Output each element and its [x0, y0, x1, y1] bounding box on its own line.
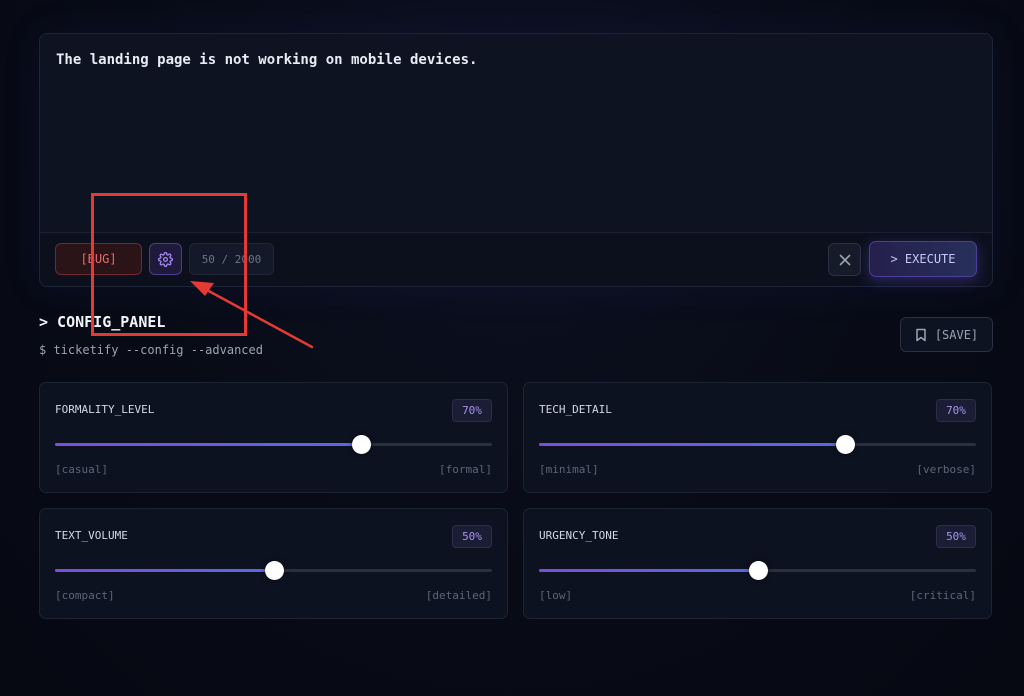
slider-min-label: [low]	[539, 589, 573, 602]
slider-max-label: [detailed]	[425, 589, 492, 602]
slider-fill	[55, 569, 274, 572]
slider-fill	[539, 569, 758, 572]
ticket-editor[interactable]: The landing page is not working on mobil…	[39, 33, 993, 287]
config-command: $ ticketify --config --advanced	[39, 343, 263, 357]
slider-card-tech-detail: TECH_DETAIL 70% [minimal] [verbose]	[523, 382, 992, 493]
slider-max-label: [critical]	[909, 589, 976, 602]
slider-fill	[55, 443, 361, 446]
slider-track[interactable]	[55, 435, 492, 454]
slider-max-label: [verbose]	[916, 463, 976, 476]
slider-thumb[interactable]	[835, 435, 855, 454]
slider-card-urgency: URGENCY_TONE 50% [low] [critical]	[523, 508, 992, 619]
save-label: [SAVE]	[934, 327, 979, 342]
slider-card-text-volume: TEXT_VOLUME 50% [compact] [detailed]	[39, 508, 508, 619]
clear-button[interactable]	[828, 243, 861, 276]
close-icon	[839, 254, 850, 265]
slider-fill	[539, 443, 845, 446]
gear-icon	[158, 251, 173, 267]
slider-value-badge: 70%	[936, 399, 976, 422]
slider-card-formality: FORMALITY_LEVEL 70% [casual] [formal]	[39, 382, 508, 493]
execute-button[interactable]: > EXECUTE	[869, 241, 977, 277]
character-counter: 50 / 2000	[189, 243, 274, 275]
save-button[interactable]: [SAVE]	[900, 317, 993, 352]
slider-max-label: [formal]	[439, 463, 492, 476]
editor-toolbar: [BUG] 50 / 2000 > EXECUTE	[40, 232, 992, 286]
slider-track[interactable]	[55, 561, 492, 580]
ticket-text[interactable]: The landing page is not working on mobil…	[56, 52, 477, 68]
slider-value-badge: 70%	[452, 399, 492, 422]
slider-track[interactable]	[539, 435, 976, 454]
slider-min-label: [minimal]	[539, 463, 599, 476]
slider-label: FORMALITY_LEVEL	[55, 403, 155, 416]
slider-value-badge: 50%	[452, 525, 492, 548]
slider-value-badge: 50%	[936, 525, 976, 548]
slider-track[interactable]	[539, 561, 976, 580]
slider-label: TECH_DETAIL	[539, 403, 612, 416]
config-panel-title: > CONFIG_PANEL	[39, 313, 166, 331]
slider-label: TEXT_VOLUME	[55, 529, 128, 542]
settings-button[interactable]	[149, 243, 182, 275]
slider-thumb[interactable]	[264, 561, 284, 580]
slider-thumb[interactable]	[748, 561, 768, 580]
slider-min-label: [casual]	[55, 463, 108, 476]
bookmark-icon	[916, 328, 926, 341]
slider-min-label: [compact]	[55, 589, 115, 602]
slider-thumb[interactable]	[351, 435, 371, 454]
slider-label: URGENCY_TONE	[539, 529, 619, 542]
bug-tag-button[interactable]: [BUG]	[55, 243, 142, 275]
